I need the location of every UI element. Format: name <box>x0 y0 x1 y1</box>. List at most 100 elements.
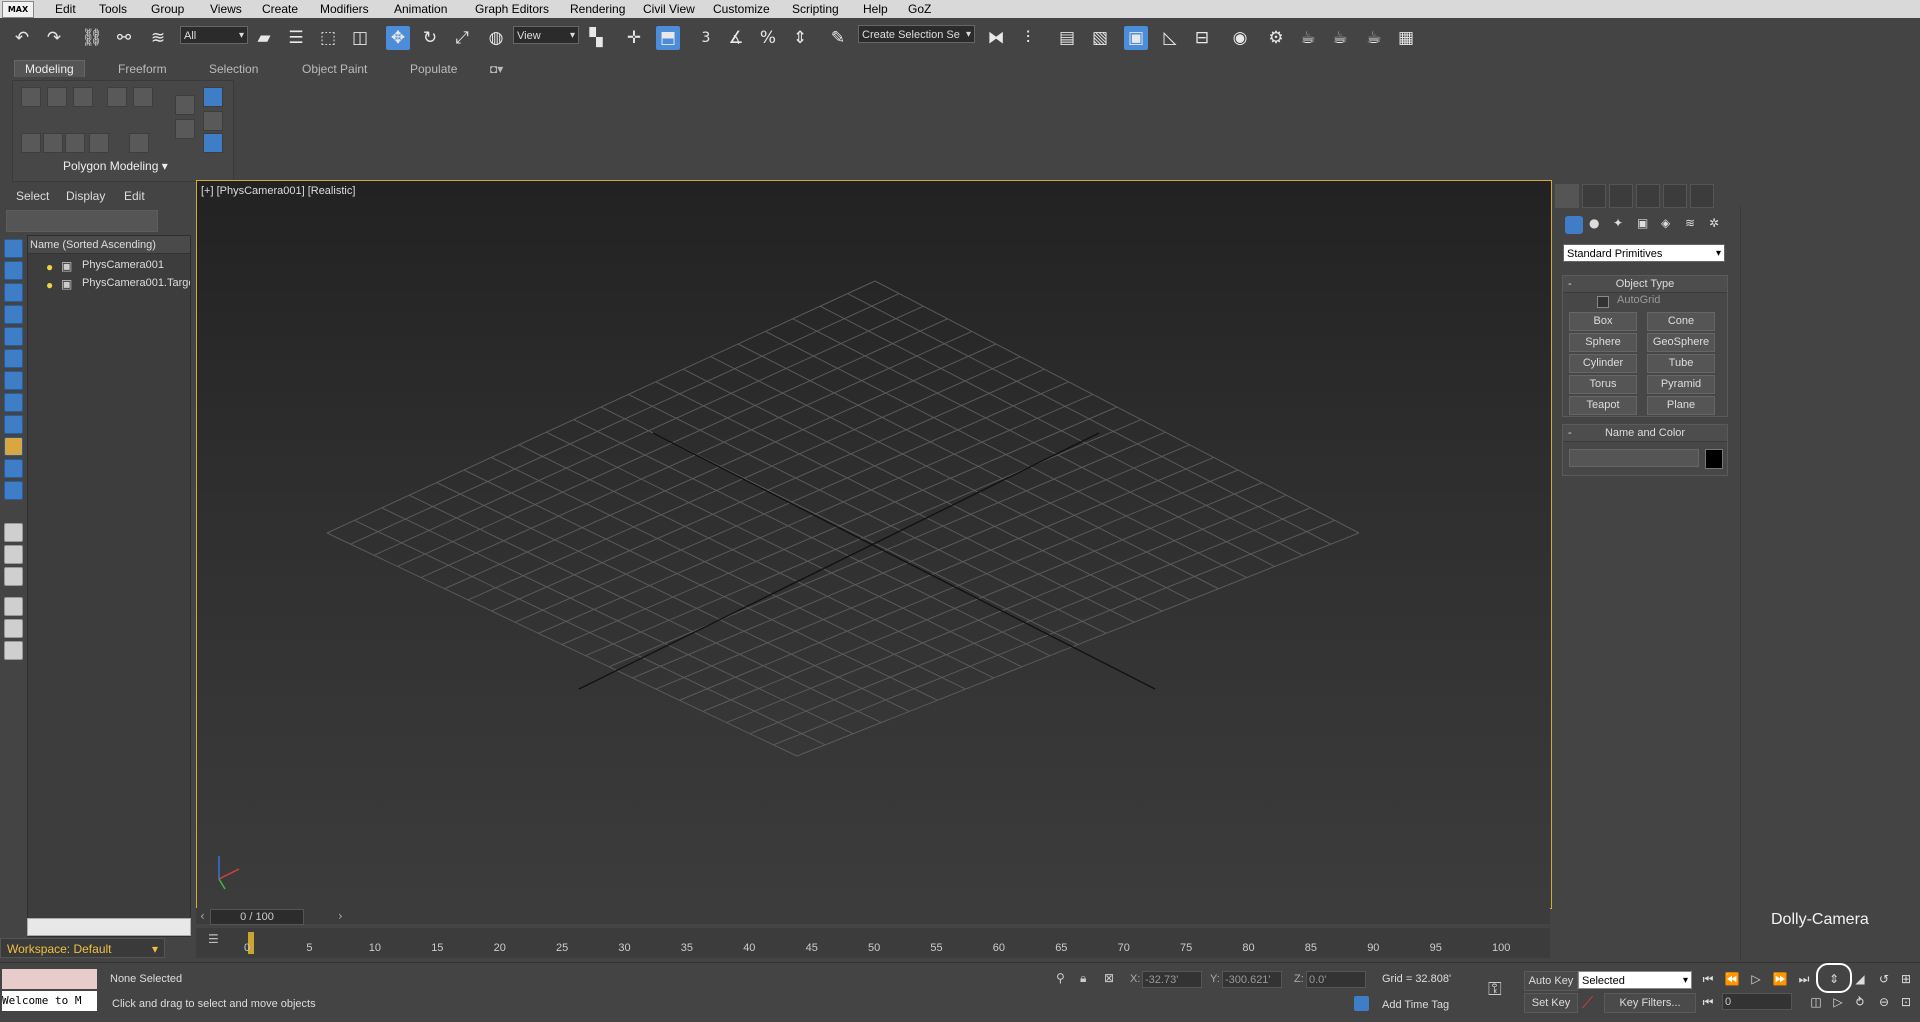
auto-key-button[interactable]: Auto Key <box>1524 971 1578 991</box>
motion-tab-icon[interactable] <box>1636 184 1660 208</box>
select-scale-icon[interactable]: ⤢ <box>450 26 474 50</box>
ribbon-element-icon[interactable] <box>133 87 153 107</box>
material-editor-icon[interactable]: ◉ <box>1228 26 1252 50</box>
select-manipulate-icon[interactable]: ✛ <box>622 26 646 50</box>
go-to-start-icon[interactable]: ⏮ <box>1700 971 1716 987</box>
undo-icon[interactable]: ↶ <box>10 26 34 50</box>
ribbon-options-icon[interactable]: ◘▾ <box>490 62 503 76</box>
menu-modifiers[interactable]: Modifiers <box>320 2 369 16</box>
spinner-snap-icon[interactable]: ⇕ <box>788 26 812 50</box>
time-slider[interactable]: ‹ 0 / 100 › <box>196 908 1550 925</box>
menu-help[interactable]: Help <box>863 2 888 16</box>
light-bulb-icon[interactable]: ● <box>46 276 53 292</box>
y-coordinate-field[interactable]: -300.621' <box>1222 971 1282 988</box>
rendered-frame-window-icon[interactable]: ☕ <box>1296 26 1320 50</box>
x-coordinate-field[interactable]: -32.73' <box>1142 971 1202 988</box>
menu-goz[interactable]: GoZ <box>908 2 931 16</box>
name-and-color-header[interactable]: - Name and Color <box>1563 425 1727 442</box>
display-geometry-icon[interactable] <box>4 239 23 258</box>
sphere-button[interactable]: Sphere <box>1569 333 1637 352</box>
light-bulb-icon[interactable]: ● <box>46 258 53 274</box>
display-spacewarps-icon[interactable] <box>4 349 23 368</box>
tube-button[interactable]: Tube <box>1647 354 1715 373</box>
display-bones-icon[interactable] <box>4 415 23 434</box>
next-frame-icon[interactable]: ⏩ <box>1772 971 1788 987</box>
select-object-icon[interactable]: ▰ <box>252 26 276 50</box>
lock-selection-icon[interactable]: 🔒︎ <box>1080 971 1086 986</box>
ribbon-tool1-icon[interactable] <box>21 133 41 153</box>
explorer-select-menu[interactable]: Select <box>16 189 49 203</box>
select-by-name-icon[interactable]: ☰ <box>284 26 308 50</box>
lights-icon[interactable]: ✦ <box>1613 216 1631 234</box>
ribbon-side2-icon[interactable] <box>175 119 195 139</box>
add-time-tag[interactable]: Add Time Tag <box>1382 999 1449 1011</box>
absolute-mode-icon[interactable]: ⊠ <box>1104 971 1114 985</box>
tab-object-paint[interactable]: Object Paint <box>302 62 367 76</box>
tab-populate[interactable]: Populate <box>410 62 457 76</box>
object-category-dropdown[interactable]: Standard Primitives <box>1563 244 1725 263</box>
render-activeshade-icon[interactable]: ☕ <box>1362 26 1386 50</box>
menu-rendering[interactable]: Rendering <box>570 2 625 16</box>
ribbon-tool5-icon[interactable] <box>129 133 149 153</box>
menu-group[interactable]: Group <box>151 2 184 16</box>
invert-display-icon[interactable] <box>4 567 23 586</box>
link-icon[interactable]: ⛓ <box>80 26 104 50</box>
schematic-view-icon[interactable]: ⊟ <box>1190 26 1214 50</box>
list-item[interactable]: ● ▣ PhysCamera001 <box>28 256 190 274</box>
select-rotate-icon[interactable]: ↻ <box>418 26 442 50</box>
menu-create[interactable]: Create <box>262 2 298 16</box>
ribbon-tool3-icon[interactable] <box>65 133 85 153</box>
prev-frame-icon[interactable]: ‹ <box>200 909 205 923</box>
ribbon-vertex-icon[interactable] <box>21 87 41 107</box>
ribbon-side4-icon[interactable] <box>203 111 223 131</box>
menu-scripting[interactable]: Scripting <box>792 2 839 16</box>
place-icon[interactable]: ◍ <box>484 26 508 50</box>
window-crossing-icon[interactable]: ◫ <box>348 26 372 50</box>
display-frozen-icon[interactable] <box>4 459 23 478</box>
list-item[interactable]: ● ▣ PhysCamera001.Target <box>28 274 190 292</box>
object-name-field[interactable] <box>1569 449 1699 467</box>
perspective-viewport[interactable]: [+] [PhysCamera001] [Realistic] <box>196 180 1552 909</box>
ribbon-side5-icon[interactable] <box>203 133 223 153</box>
cylinder-button[interactable]: Cylinder <box>1569 354 1637 373</box>
align-icon[interactable]: ⫶ <box>1016 26 1040 50</box>
selection-filter-dropdown[interactable]: All <box>180 26 248 45</box>
tab-selection[interactable]: Selection <box>209 62 258 76</box>
modify-tab-icon[interactable] <box>1582 184 1606 208</box>
pivot-icon[interactable]: ▚ <box>584 26 608 50</box>
display-containers-icon[interactable] <box>4 437 23 456</box>
key-filters-button[interactable]: Key Filters... <box>1604 993 1696 1013</box>
keyboard-shortcut-override-icon[interactable]: ⬒ <box>656 26 680 50</box>
display-tab-icon[interactable] <box>1663 184 1687 208</box>
menu-animation[interactable]: Animation <box>394 2 447 16</box>
pyramid-button[interactable]: Pyramid <box>1647 375 1715 394</box>
ribbon-edge-icon[interactable] <box>47 87 67 107</box>
display-hidden-icon[interactable] <box>4 481 23 500</box>
plane-button[interactable]: Plane <box>1647 396 1715 415</box>
explorer-search-input[interactable] <box>6 210 158 232</box>
rect-selection-icon[interactable]: ⬚ <box>316 26 340 50</box>
maxscript-listener-output[interactable]: Welcome to M <box>2 991 97 1011</box>
shapes-icon[interactable]: ● <box>1589 216 1607 234</box>
workspace-dropdown[interactable]: Workspace: Default ▾ <box>0 938 165 958</box>
select-move-icon[interactable]: ✥ <box>386 26 410 50</box>
geometry-icon[interactable] <box>1565 216 1583 234</box>
key-mode-dropdown[interactable]: Selected <box>1578 971 1692 990</box>
edit-named-selection-icon[interactable]: ✎ <box>826 26 850 50</box>
autogrid-checkbox[interactable] <box>1597 296 1609 308</box>
redo-icon[interactable]: ↷ <box>42 26 66 50</box>
time-slider-thumb[interactable]: 0 / 100 <box>210 909 304 925</box>
systems-icon[interactable]: ✲ <box>1709 216 1727 234</box>
min-max-toggle-icon[interactable]: ⊡ <box>1898 994 1914 1010</box>
toggle-ribbon-icon[interactable]: ▣ <box>1124 26 1148 50</box>
find-icon[interactable] <box>4 619 23 638</box>
cone-button[interactable]: Cone <box>1647 312 1715 331</box>
menu-customize[interactable]: Customize <box>713 2 770 16</box>
set-key-button[interactable]: Set Key <box>1524 993 1578 1013</box>
go-to-end-icon[interactable]: ⏭ <box>1796 971 1812 987</box>
time-tag-icon[interactable] <box>1354 996 1369 1011</box>
app-logo[interactable]: MAX <box>2 1 34 18</box>
ribbon-tool2-icon[interactable] <box>43 133 63 153</box>
display-shapes-icon[interactable] <box>4 261 23 280</box>
roll-camera-icon[interactable]: ⥁ <box>1852 994 1868 1010</box>
